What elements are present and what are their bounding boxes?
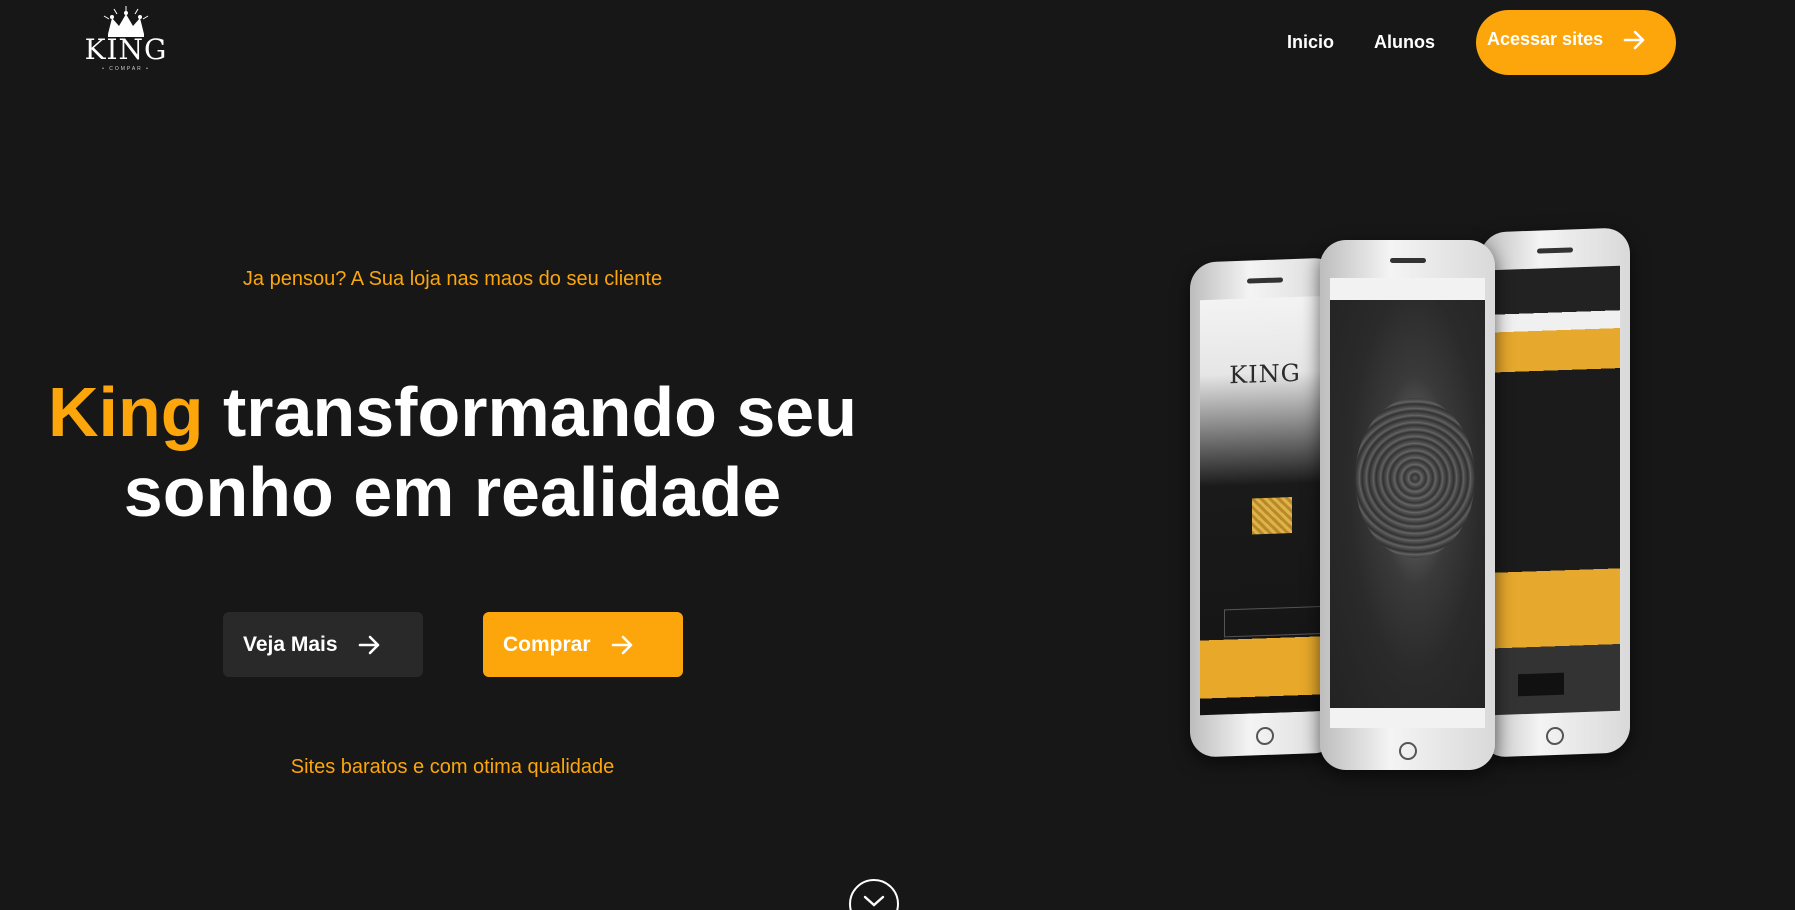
hero-eyebrow: Ja pensou? A Sua loja nas maos do seu cl…: [242, 268, 663, 290]
phone-home-button: [1256, 726, 1274, 746]
top-nav: Inicio Alunos Acessar sites: [1287, 10, 1676, 75]
nav-link-inicio[interactable]: Inicio: [1287, 32, 1334, 53]
access-sites-label: Acessar sites: [1487, 29, 1604, 49]
phone-outline-box: [1224, 606, 1322, 638]
hero-headline: King transformando seu sonho em realidad…: [0, 372, 905, 532]
phone-screen: [1490, 265, 1620, 716]
phone-bottombar: [1330, 708, 1485, 728]
phone-topbar: [1330, 278, 1485, 300]
phone-texture-art: [1355, 398, 1475, 558]
phone-mockup-left: KING: [1190, 257, 1340, 758]
headline-line2: sonho em realidade: [123, 453, 782, 531]
hero-tagline: Sites baratos e com otima qualidade: [290, 756, 615, 778]
phone-screen: KING: [1200, 295, 1330, 716]
phones-mockup-image: KING: [1180, 225, 1650, 785]
hero-buttons: Veja Mais Comprar: [223, 612, 683, 677]
landing-page: KING • COMPAR • Inicio Alunos Acessar si…: [0, 0, 1795, 910]
logo-tagline: • COMPAR •: [102, 66, 150, 72]
access-sites-button[interactable]: Acessar sites: [1476, 10, 1676, 75]
headline-line1: transformando seu: [203, 373, 857, 451]
chevron-down-icon: [863, 895, 885, 907]
arrow-right-icon: [611, 634, 635, 656]
arrow-right-icon: [358, 634, 382, 656]
logo[interactable]: KING • COMPAR •: [84, 4, 168, 82]
phone-home-button: [1546, 726, 1564, 746]
phone-king-text: KING: [1229, 358, 1301, 390]
arrow-right-icon: [1623, 29, 1647, 51]
see-more-button[interactable]: Veja Mais: [223, 612, 423, 677]
buy-button[interactable]: Comprar: [483, 612, 683, 677]
logo-wordmark: KING: [84, 33, 168, 66]
phone-dark-bar: [1230, 708, 1314, 716]
phone-speaker: [1537, 247, 1573, 254]
phone-gold-block: [1252, 497, 1292, 535]
phone-speaker: [1247, 277, 1283, 284]
phone-home-button: [1398, 742, 1417, 760]
buy-label: Comprar: [503, 632, 591, 656]
headline-brand: King: [48, 373, 204, 451]
phone-screen: [1330, 278, 1485, 728]
nav-link-alunos[interactable]: Alunos: [1374, 32, 1435, 53]
phone-mockup-right: [1480, 227, 1630, 758]
phone-black-button: [1518, 672, 1564, 697]
phone-speaker: [1389, 258, 1426, 263]
see-more-label: Veja Mais: [243, 632, 338, 656]
scroll-down-button[interactable]: [849, 879, 899, 910]
phone-mockup-center: [1320, 240, 1495, 770]
